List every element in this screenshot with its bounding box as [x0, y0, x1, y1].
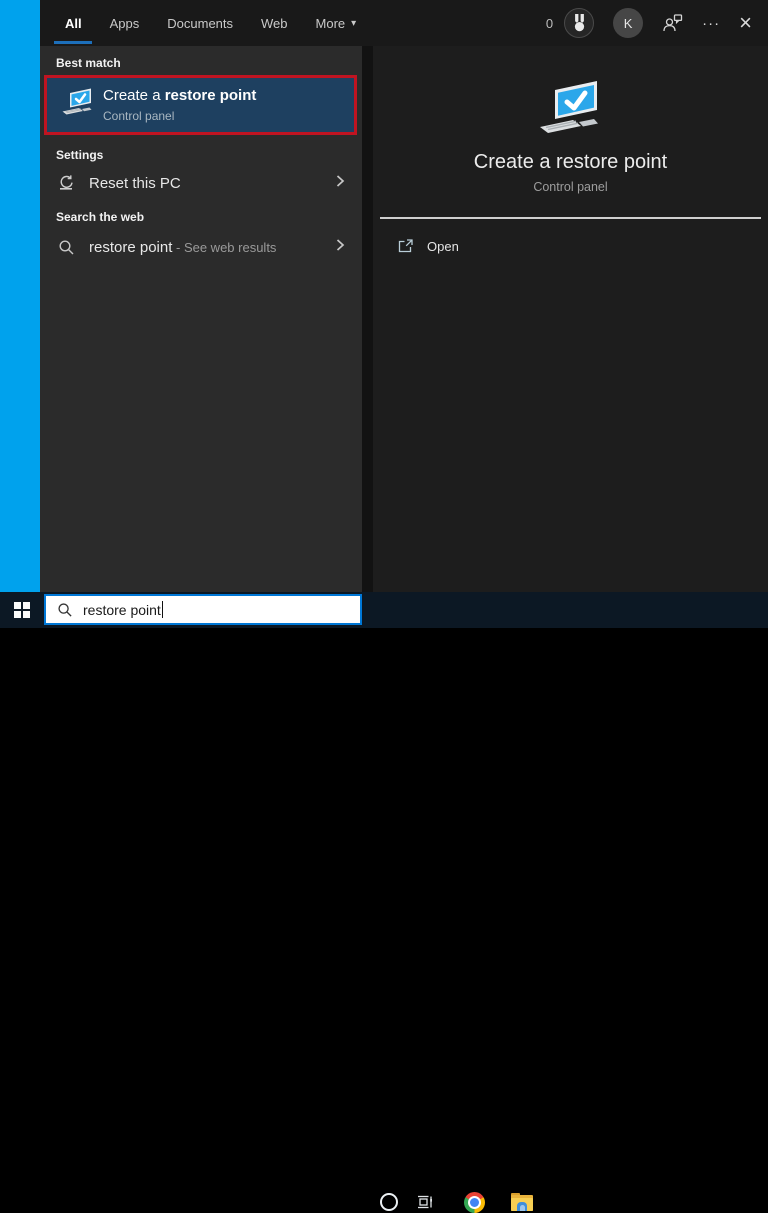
chevron-right-icon[interactable] — [334, 238, 346, 257]
close-icon[interactable]: × — [739, 12, 752, 34]
cortana-icon[interactable] — [380, 1193, 398, 1211]
tab-more-label: More — [315, 15, 346, 31]
restore-point-app-icon-large — [533, 78, 609, 145]
feedback-icon[interactable] — [662, 13, 683, 33]
reset-pc-icon — [56, 174, 76, 192]
chevron-down-icon: ▾ — [351, 17, 357, 29]
web-query-text: restore point — [89, 238, 173, 256]
windows-logo-icon — [14, 602, 30, 618]
search-filter-bar: All Apps Documents Web More ▾ 0 K ··· × — [40, 0, 768, 46]
windows-search-flyout: All Apps Documents Web More ▾ 0 K ··· × … — [40, 0, 768, 592]
desktop-background — [0, 0, 40, 592]
topbar-actions: 0 K ··· × — [546, 0, 752, 46]
result-label: restore point - See web results — [89, 239, 334, 256]
open-in-new-icon — [397, 238, 414, 254]
result-web-search[interactable]: restore point - See web results — [40, 230, 362, 264]
preview-divider — [380, 217, 761, 219]
folder-arch-inner — [519, 1205, 525, 1211]
result-label: Reset this PC — [89, 174, 181, 192]
taskbar: restore point — [0, 592, 768, 1213]
search-input-value[interactable]: restore point — [83, 602, 161, 618]
search-the-web-header: Search the web — [56, 210, 145, 224]
chrome-icon[interactable] — [464, 1192, 485, 1213]
best-match-title-bold: restore point — [164, 87, 257, 104]
chrome-core — [470, 1198, 479, 1207]
settings-header: Settings — [56, 148, 104, 162]
medal-icon — [574, 14, 584, 32]
best-match-title-regular: Create a — [103, 87, 165, 104]
preview-panel: Create a restore point Control panel Ope… — [373, 46, 768, 592]
search-icon — [57, 602, 73, 618]
rewards-points-count: 0 — [545, 15, 554, 31]
result-reset-this-pc[interactable]: Reset this PC — [40, 166, 362, 200]
chevron-right-icon[interactable] — [334, 174, 346, 193]
file-explorer-icon[interactable] — [511, 1193, 533, 1211]
panel-divider — [362, 46, 373, 592]
best-match-subtitle: Control panel — [103, 109, 175, 123]
task-view-icon[interactable] — [415, 1191, 435, 1213]
best-match-title: Create a restore point — [103, 87, 256, 104]
more-options-icon[interactable]: ··· — [702, 15, 720, 32]
tab-web[interactable]: Web — [260, 0, 289, 46]
best-match-header: Best match — [56, 56, 121, 70]
web-suffix-text: - See web results — [172, 239, 277, 255]
rewards-medal-icon[interactable] — [564, 8, 595, 38]
tab-documents[interactable]: Documents — [166, 0, 234, 46]
open-label: Open — [427, 238, 459, 254]
tab-more[interactable]: More ▾ — [315, 0, 358, 46]
preview-subtitle: Control panel — [533, 180, 608, 194]
filter-tabs: All Apps Documents Web More ▾ — [64, 0, 357, 46]
search-icon — [56, 239, 76, 256]
tab-all[interactable]: All — [64, 0, 83, 46]
preview-title: Create a restore point — [473, 151, 668, 173]
search-results-panel: Best match Create a restore point Contro… — [40, 46, 362, 592]
text-cursor — [161, 601, 163, 618]
taskbar-search-box[interactable]: restore point — [44, 594, 362, 625]
open-action[interactable]: Open — [397, 238, 459, 254]
start-button[interactable] — [0, 592, 44, 628]
restore-point-app-icon — [59, 87, 97, 123]
best-match-result[interactable]: Create a restore point Control panel — [44, 75, 357, 135]
tab-apps[interactable]: Apps — [109, 0, 141, 46]
user-avatar[interactable]: K — [613, 8, 644, 38]
